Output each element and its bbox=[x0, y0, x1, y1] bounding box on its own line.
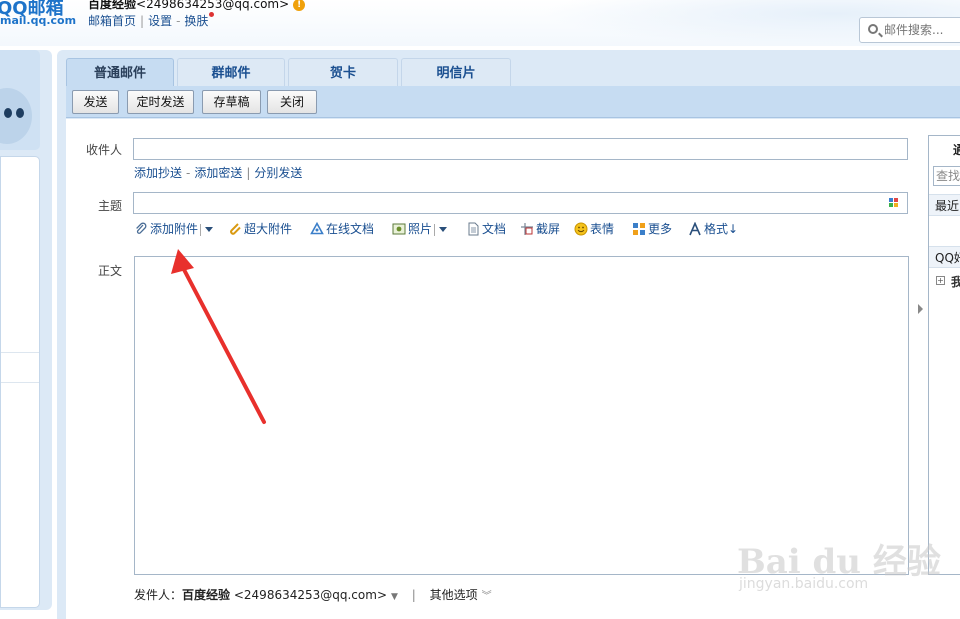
to-input[interactable] bbox=[133, 138, 908, 160]
link-change-skin[interactable]: 换肤 bbox=[184, 14, 208, 28]
sender-name[interactable]: 百度经验 bbox=[182, 588, 230, 602]
emoji-button[interactable]: 表情 bbox=[574, 219, 614, 239]
mail-search-input[interactable] bbox=[884, 21, 960, 39]
schedule-send-button[interactable]: 定时发送 bbox=[127, 90, 194, 114]
panel-toggle-icon[interactable] bbox=[918, 304, 923, 314]
document-button[interactable]: 文档 bbox=[466, 219, 506, 239]
sidebar-divider bbox=[1, 352, 39, 353]
compose-toolbar: 发送 定时发送 存草稿 关闭 bbox=[66, 86, 960, 118]
new-dot-icon bbox=[209, 12, 215, 17]
online-doc-button[interactable]: 在线文档 bbox=[310, 219, 374, 239]
photo-icon bbox=[392, 223, 406, 235]
mail-search-box[interactable] bbox=[859, 17, 960, 43]
sidebar-divider bbox=[1, 382, 39, 383]
emoji-label: 表情 bbox=[590, 222, 615, 236]
large-attachment-label: 超大附件 bbox=[244, 222, 293, 236]
sidebar-folder-panel bbox=[0, 156, 40, 608]
top-links: 邮箱首页 | 设置 - 换肤 bbox=[88, 12, 215, 29]
document-label: 文档 bbox=[482, 222, 507, 236]
screenshot-label: 截屏 bbox=[536, 222, 561, 236]
separate-send-link[interactable]: 分别发送 bbox=[254, 166, 302, 180]
tab-group-mail[interactable]: 群邮件 bbox=[177, 58, 285, 86]
other-options-link[interactable]: 其他选项 bbox=[430, 588, 478, 602]
link-settings[interactable]: 设置 bbox=[148, 14, 172, 28]
format-label: 格式↓ bbox=[704, 222, 739, 236]
recycle-triangle-icon bbox=[310, 222, 324, 235]
sender-email[interactable]: <2498634253@qq.com> bbox=[234, 588, 387, 602]
tab-greeting-card[interactable]: 贺卡 bbox=[288, 58, 398, 86]
photo-button[interactable]: 照片 bbox=[392, 219, 448, 239]
sender-line: 发件人：百度经验 <2498634253@qq.com> ▼ | 其他选项 ︾ bbox=[134, 588, 492, 602]
to-label: 收件人 bbox=[86, 143, 123, 157]
format-button[interactable]: 格式↓ bbox=[688, 219, 738, 239]
send-button[interactable]: 发送 bbox=[72, 90, 119, 114]
chevron-down-icon[interactable] bbox=[205, 227, 214, 232]
smiley-icon bbox=[574, 222, 588, 236]
my-friends-group[interactable]: 我 bbox=[951, 273, 960, 290]
user-email: <2498634253@qq.com> bbox=[136, 0, 290, 11]
top-header: QQ邮箱 mail.qq.com 百度经验<2498634253@qq.com>… bbox=[0, 0, 960, 46]
sidebar-penguin-card bbox=[0, 50, 40, 150]
add-attachment-button[interactable]: 添加附件 bbox=[134, 219, 214, 239]
left-sidebar bbox=[0, 50, 52, 610]
contacts-title: 通 bbox=[953, 141, 960, 158]
compose-frame: 普通邮件 群邮件 贺卡 明信片 发送 定时发送 存草稿 关闭 收件人 添加抄送 -… bbox=[57, 50, 960, 619]
subject-label: 主题 bbox=[98, 199, 123, 213]
qq-penguin-icon bbox=[0, 88, 32, 144]
online-doc-label: 在线文档 bbox=[326, 222, 375, 236]
format-a-icon bbox=[689, 222, 701, 236]
link-mailbox-home[interactable]: 邮箱首页 bbox=[88, 14, 136, 28]
add-cc-link[interactable]: 添加抄送 bbox=[134, 166, 182, 180]
body-editor[interactable] bbox=[134, 256, 909, 575]
contacts-panel: 通 查找 最近 QQ好 + 我 bbox=[928, 135, 960, 575]
add-attachment-label: 添加附件 bbox=[150, 222, 199, 236]
scissors-screenshot-icon bbox=[521, 223, 533, 235]
chevron-down-icon[interactable] bbox=[439, 227, 448, 232]
tab-postcard[interactable]: 明信片 bbox=[401, 58, 511, 86]
gold-paperclip-icon bbox=[230, 223, 241, 235]
more-label: 更多 bbox=[648, 222, 673, 236]
subject-input[interactable] bbox=[133, 192, 908, 214]
logo-domain: mail.qq.com bbox=[0, 14, 77, 27]
body-label: 正文 bbox=[98, 264, 123, 278]
subject-tag-icon[interactable] bbox=[889, 198, 901, 208]
paperclip-icon bbox=[136, 222, 147, 234]
tab-normal-mail[interactable]: 普通邮件 bbox=[66, 58, 174, 86]
compose-form: 收件人 添加抄送 - 添加密送 | 分别发送 主题 添加附件 超大附件 在线文档… bbox=[66, 119, 960, 619]
save-draft-button[interactable]: 存草稿 bbox=[202, 90, 261, 114]
large-attachment-button[interactable]: 超大附件 bbox=[228, 219, 292, 239]
user-identity: 百度经验<2498634253@qq.com>! bbox=[88, 0, 306, 12]
double-chevron-down-icon[interactable]: ︾ bbox=[482, 591, 492, 602]
more-button[interactable]: 更多 bbox=[632, 219, 672, 239]
user-name: 百度经验 bbox=[88, 0, 137, 11]
warning-icon[interactable]: ! bbox=[293, 0, 306, 11]
qq-friends-header[interactable]: QQ好 bbox=[929, 246, 960, 268]
recent-contacts-header[interactable]: 最近 bbox=[929, 194, 960, 216]
add-bcc-link[interactable]: 添加密送 bbox=[194, 166, 242, 180]
close-button[interactable]: 关闭 bbox=[267, 90, 317, 114]
sender-label: 发件人： bbox=[134, 588, 183, 602]
chevron-down-icon[interactable]: ▼ bbox=[391, 592, 398, 602]
contacts-search-input[interactable]: 查找 bbox=[933, 166, 960, 186]
document-icon bbox=[468, 222, 479, 236]
screenshot-button[interactable]: 截屏 bbox=[520, 219, 560, 239]
grid-more-icon bbox=[633, 223, 645, 235]
expand-plus-icon[interactable]: + bbox=[936, 276, 945, 285]
recipient-options: 添加抄送 - 添加密送 | 分别发送 bbox=[134, 166, 303, 180]
photo-label: 照片 bbox=[408, 222, 433, 236]
search-icon[interactable] bbox=[868, 24, 878, 34]
